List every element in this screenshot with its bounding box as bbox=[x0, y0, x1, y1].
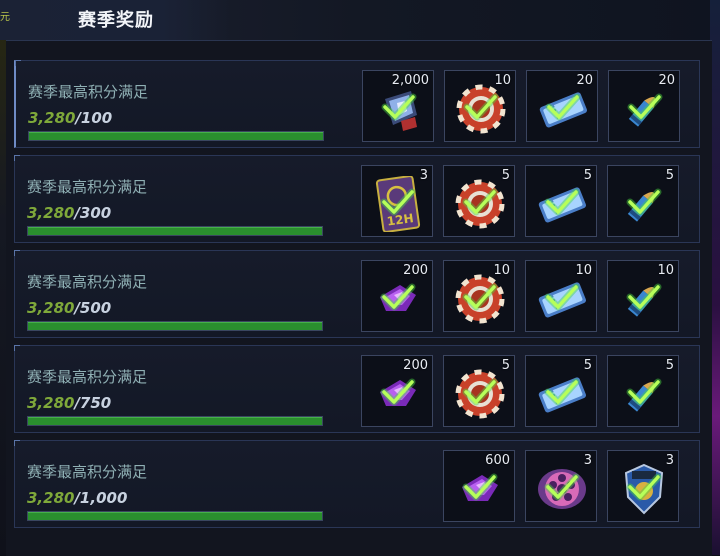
claimed-check-icon bbox=[380, 283, 416, 311]
row-requirement-label: 赛季最高积分满足 bbox=[28, 83, 149, 101]
claimed-check-icon bbox=[462, 378, 498, 406]
target-score: /100 bbox=[75, 109, 113, 127]
claimed-check-icon bbox=[627, 93, 663, 121]
reward-row: 赛季最高积分满足 3,280/500 200 10 10 10 bbox=[14, 250, 700, 338]
reward-slot[interactable]: 3 bbox=[525, 450, 597, 522]
row-requirement-label: 赛季最高积分满足 bbox=[27, 463, 148, 481]
reward-slot[interactable]: 10 bbox=[443, 260, 515, 332]
reward-quantity: 10 bbox=[657, 263, 674, 278]
reward-slot[interactable]: 20 bbox=[526, 70, 598, 142]
claimed-check-icon bbox=[626, 473, 662, 501]
reward-row: 赛季最高积分满足 3,280/750 200 5 5 5 bbox=[14, 345, 700, 433]
reward-slot[interactable]: 5 bbox=[607, 165, 679, 237]
claimed-check-icon bbox=[626, 378, 662, 406]
reward-slot[interactable]: 5 bbox=[607, 355, 679, 427]
title-tab: 元 赛季奖励 bbox=[0, 0, 230, 40]
target-score: /1,000 bbox=[74, 489, 128, 507]
reward-slot[interactable]: 600 bbox=[443, 450, 515, 522]
reward-slot[interactable]: 5 bbox=[525, 355, 597, 427]
reward-quantity: 5 bbox=[583, 168, 592, 183]
claimed-check-icon bbox=[626, 188, 662, 216]
progress-bar-fill bbox=[28, 417, 322, 425]
reward-slot[interactable]: 12H 3 bbox=[361, 165, 433, 237]
reward-quantity: 5 bbox=[665, 168, 674, 183]
reward-slot[interactable]: 20 bbox=[608, 70, 680, 142]
claimed-check-icon bbox=[380, 378, 416, 406]
claimed-check-icon bbox=[544, 283, 580, 311]
target-score: /750 bbox=[74, 394, 112, 412]
progress-bar bbox=[27, 226, 323, 236]
reward-quantity: 3 bbox=[583, 453, 592, 468]
reward-slot[interactable]: 200 bbox=[361, 260, 433, 332]
claimed-check-icon bbox=[380, 188, 416, 216]
corner-mark: 元 bbox=[0, 12, 10, 23]
row-requirement-label: 赛季最高积分满足 bbox=[27, 273, 148, 291]
current-score: 3,280 bbox=[27, 489, 75, 507]
reward-quantity: 200 bbox=[403, 263, 428, 278]
page-title: 赛季奖励 bbox=[78, 10, 154, 31]
reward-slot[interactable]: 5 bbox=[525, 165, 597, 237]
row-progress-text: 3,280/100 bbox=[28, 109, 112, 127]
reward-quantity: 5 bbox=[501, 168, 510, 183]
progress-bar bbox=[27, 511, 323, 521]
row-progress-text: 3,280/750 bbox=[27, 394, 111, 412]
progress-bar-fill bbox=[28, 227, 322, 235]
claimed-check-icon bbox=[544, 378, 580, 406]
current-score: 3,280 bbox=[27, 299, 75, 317]
reward-row: 赛季最高积分满足 3,280/300 12H 3 5 5 5 bbox=[14, 155, 700, 243]
reward-quantity: 3 bbox=[419, 168, 428, 183]
claimed-check-icon bbox=[545, 93, 581, 121]
reward-quantity: 3 bbox=[665, 453, 674, 468]
reward-slot[interactable]: 10 bbox=[607, 260, 679, 332]
claimed-check-icon bbox=[462, 188, 498, 216]
claimed-check-icon bbox=[381, 93, 417, 121]
progress-bar bbox=[28, 131, 324, 141]
reward-slot[interactable]: 10 bbox=[525, 260, 597, 332]
reward-quantity: 20 bbox=[576, 73, 593, 88]
reward-quantity: 20 bbox=[658, 73, 675, 88]
reward-quantity: 200 bbox=[403, 358, 428, 373]
current-score: 3,280 bbox=[28, 109, 76, 127]
claimed-check-icon bbox=[462, 473, 498, 501]
reward-quantity: 10 bbox=[494, 73, 511, 88]
reward-row: 赛季最高积分满足 3,280/1,000 600 3 3 bbox=[14, 440, 700, 528]
claimed-check-icon bbox=[626, 283, 662, 311]
row-requirement-label: 赛季最高积分满足 bbox=[27, 368, 148, 386]
claimed-check-icon bbox=[463, 93, 499, 121]
reward-quantity: 600 bbox=[485, 453, 510, 468]
current-score: 3,280 bbox=[27, 204, 75, 222]
progress-bar bbox=[27, 416, 323, 426]
progress-bar bbox=[27, 321, 323, 331]
reward-slot[interactable]: 200 bbox=[361, 355, 433, 427]
reward-row: 赛季最高积分满足 3,280/100 2,000 10 20 20 bbox=[14, 60, 700, 148]
reward-slot[interactable]: 3 bbox=[607, 450, 679, 522]
reward-quantity: 2,000 bbox=[391, 73, 429, 88]
progress-bar-fill bbox=[28, 322, 322, 330]
progress-bar-fill bbox=[29, 132, 323, 140]
claimed-check-icon bbox=[462, 283, 498, 311]
reward-slot[interactable]: 5 bbox=[443, 355, 515, 427]
row-progress-text: 3,280/500 bbox=[27, 299, 111, 317]
reward-quantity: 10 bbox=[493, 263, 510, 278]
reward-slot[interactable]: 2,000 bbox=[362, 70, 434, 142]
reward-quantity: 10 bbox=[575, 263, 592, 278]
target-score: /300 bbox=[74, 204, 112, 222]
row-requirement-label: 赛季最高积分满足 bbox=[27, 178, 148, 196]
reward-slot[interactable]: 10 bbox=[444, 70, 516, 142]
reward-quantity: 5 bbox=[583, 358, 592, 373]
reward-slot[interactable]: 5 bbox=[443, 165, 515, 237]
progress-bar-fill bbox=[28, 512, 322, 520]
claimed-check-icon bbox=[544, 188, 580, 216]
row-progress-text: 3,280/1,000 bbox=[27, 489, 127, 507]
claimed-check-icon bbox=[544, 473, 580, 501]
target-score: /500 bbox=[74, 299, 112, 317]
reward-quantity: 5 bbox=[501, 358, 510, 373]
current-score: 3,280 bbox=[27, 394, 75, 412]
row-progress-text: 3,280/300 bbox=[27, 204, 111, 222]
reward-quantity: 5 bbox=[665, 358, 674, 373]
